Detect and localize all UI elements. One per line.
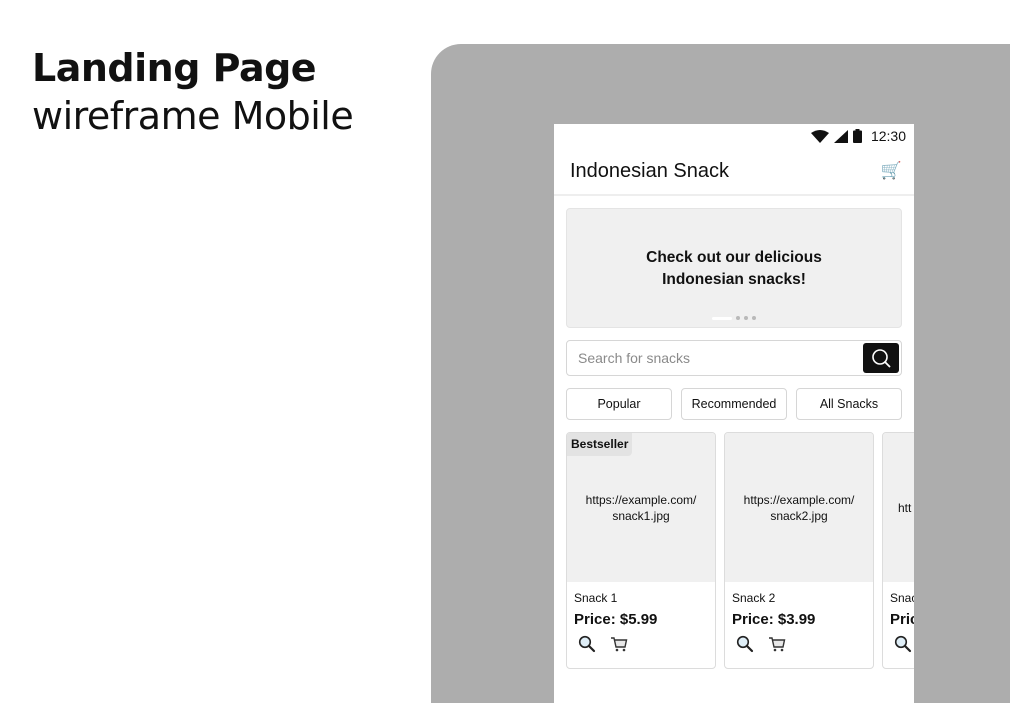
banner-text: Check out our delicious Indonesian snack…: [646, 249, 822, 288]
view-button[interactable]: [736, 635, 754, 653]
product-actions: [578, 635, 715, 653]
cart-icon[interactable]: 🛒: [881, 161, 902, 181]
product-price: Price: $5.99: [574, 611, 658, 628]
view-button[interactable]: [578, 635, 596, 653]
product-card-3[interactable]: htt Snac Pric: [882, 432, 914, 669]
product-name: Snack 1: [574, 591, 618, 605]
product-list: https://example.com/ snack1.jpg Bestsell…: [566, 432, 914, 669]
magnifier-icon: [894, 635, 912, 653]
bestseller-badge: Bestseller: [567, 433, 633, 456]
search-bar: [566, 340, 902, 376]
search-button[interactable]: [863, 343, 899, 373]
app-bar: Indonesian Snack 🛒: [554, 148, 914, 196]
tab-popular[interactable]: Popular: [566, 388, 672, 420]
product-card-2[interactable]: https://example.com/ snack2.jpg Snack 2 …: [724, 432, 874, 669]
product-actions: [894, 635, 914, 653]
page-heading: Landing Page wireframe Mobile: [32, 44, 354, 140]
tab-all-snacks[interactable]: All Snacks: [796, 388, 902, 420]
product-name: Snack 2: [732, 591, 776, 605]
add-to-cart-button[interactable]: [610, 635, 628, 653]
wifi-icon: [810, 129, 829, 143]
status-time: 12:30: [870, 128, 906, 144]
magnifier-icon: [578, 635, 596, 653]
product-actions: [736, 635, 873, 653]
page-subtitle: wireframe Mobile: [32, 94, 354, 138]
phone-screen: 12:30 Indonesian Snack 🛒 Check out our d…: [554, 124, 914, 703]
product-name: Snac: [890, 591, 914, 605]
carousel-dot[interactable]: [744, 316, 748, 320]
product-price: Pric: [890, 611, 914, 628]
product-image: htt: [883, 433, 914, 582]
product-image: https://example.com/ snack2.jpg: [725, 433, 873, 582]
search-icon: [872, 349, 891, 368]
page-title: Landing Page: [32, 46, 317, 90]
app-title: Indonesian Snack: [570, 159, 730, 182]
category-tabs: Popular Recommended All Snacks: [566, 388, 902, 420]
view-button[interactable]: [894, 635, 912, 653]
cart-icon: [611, 637, 628, 652]
carousel-dot[interactable]: [736, 316, 740, 320]
product-price: Price: $3.99: [732, 611, 816, 628]
status-bar: 12:30: [554, 124, 914, 148]
product-card-1[interactable]: https://example.com/ snack1.jpg Bestsell…: [566, 432, 716, 669]
carousel-dots: [567, 316, 901, 320]
carousel-dot[interactable]: [752, 316, 756, 320]
tab-recommended[interactable]: Recommended: [681, 388, 787, 420]
add-to-cart-button[interactable]: [768, 635, 786, 653]
promo-banner[interactable]: Check out our delicious Indonesian snack…: [566, 208, 902, 328]
cart-icon: [769, 637, 786, 652]
search-input[interactable]: [567, 341, 857, 375]
carousel-dot-active[interactable]: [712, 316, 732, 320]
signal-icon: [833, 129, 848, 143]
battery-icon: [852, 129, 862, 143]
magnifier-icon: [736, 635, 754, 653]
